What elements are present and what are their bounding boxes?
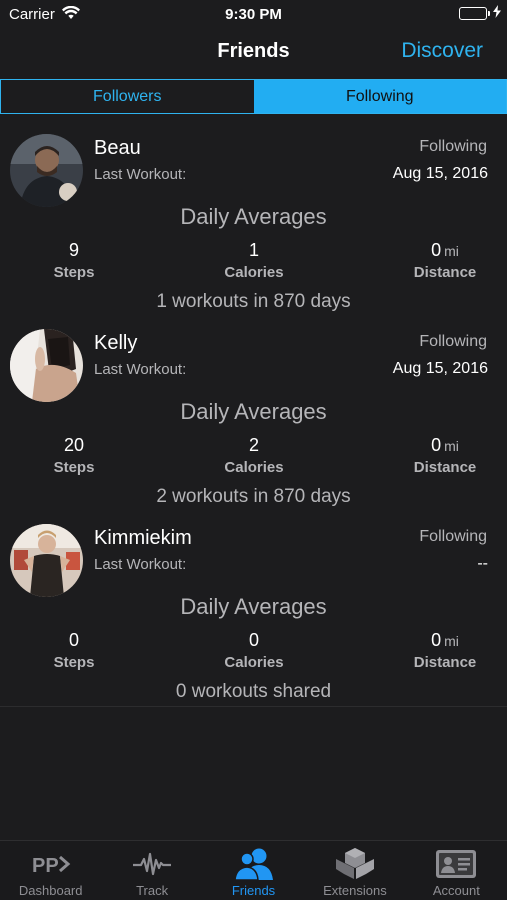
tab-bar: PP Dashboard Track Friends Extensions Ac… <box>0 840 507 900</box>
distance-unit: mi <box>444 243 459 259</box>
avatar <box>10 134 83 207</box>
distance-value: 0 <box>431 435 442 455</box>
follow-status: Following <box>419 333 487 350</box>
last-workout-label: Last Workout: <box>94 556 187 573</box>
steps-stat: 20 Steps <box>4 435 144 476</box>
tab-friends[interactable]: Friends <box>203 841 304 900</box>
last-workout-date: Aug 15, 2016 <box>392 165 488 182</box>
steps-label: Steps <box>53 459 95 476</box>
friend-name: Kimmiekim <box>94 527 192 549</box>
tab-label: Account <box>432 883 480 898</box>
friend-card[interactable]: Kimmiekim Last Workout: Following -- Dai… <box>0 514 507 709</box>
distance-label: Distance <box>413 654 477 671</box>
tab-track[interactable]: Track <box>101 841 202 900</box>
distance-stat: 0 mi Distance <box>375 435 507 476</box>
daily-averages-title: Daily Averages <box>180 594 327 619</box>
tab-extensions[interactable]: Extensions <box>304 841 405 900</box>
battery-icon <box>459 7 490 20</box>
navigation-bar: Friends Discover <box>0 28 507 78</box>
avatar <box>10 524 83 597</box>
friend-card[interactable]: Beau Last Workout: Following Aug 15, 201… <box>0 124 507 319</box>
cubes-icon <box>304 847 405 881</box>
svg-text:PP: PP <box>32 855 59 877</box>
last-workout-label: Last Workout: <box>94 361 187 378</box>
tab-label: Dashboard <box>18 883 83 898</box>
last-workout-date: Aug 15, 2016 <box>392 360 488 377</box>
calories-stat: 1 Calories <box>184 240 324 281</box>
last-workout-date: -- <box>477 555 488 572</box>
segment-following[interactable]: Following <box>253 80 506 113</box>
steps-stat: 0 Steps <box>4 630 144 671</box>
friend-name: Beau <box>94 137 141 159</box>
calories-label: Calories <box>224 459 284 476</box>
id-card-icon <box>406 847 507 881</box>
tab-label: Extensions <box>323 883 387 898</box>
calories-stat: 0 Calories <box>184 630 324 671</box>
dashboard-icon: PP <box>0 847 101 881</box>
distance-unit: mi <box>444 633 459 649</box>
calories-value: 1 <box>248 240 259 260</box>
workouts-summary: 1 workouts in 870 days <box>156 291 351 312</box>
pulse-icon <box>101 847 202 881</box>
calories-stat: 2 Calories <box>184 435 324 476</box>
calories-label: Calories <box>224 264 284 281</box>
charging-bolt-icon <box>493 5 501 21</box>
list-end-divider <box>0 706 507 707</box>
calories-value: 0 <box>248 630 259 650</box>
workouts-summary: 2 workouts in 870 days <box>156 486 351 507</box>
calories-value: 2 <box>248 435 259 455</box>
steps-stat: 9 Steps <box>4 240 144 281</box>
distance-value: 0 <box>431 630 442 650</box>
distance-unit: mi <box>444 438 459 454</box>
steps-value: 20 <box>63 435 85 455</box>
distance-label: Distance <box>413 264 477 281</box>
steps-value: 9 <box>68 240 79 260</box>
segment-followers[interactable]: Followers <box>1 80 254 113</box>
steps-label: Steps <box>53 654 95 671</box>
steps-label: Steps <box>53 264 95 281</box>
follow-status: Following <box>419 138 487 155</box>
status-bar: Carrier 9:30 PM <box>0 0 507 28</box>
distance-label: Distance <box>413 459 477 476</box>
calories-label: Calories <box>224 654 284 671</box>
follow-status: Following <box>419 528 487 545</box>
discover-button[interactable]: Discover <box>401 39 483 63</box>
tab-dashboard[interactable]: PP Dashboard <box>0 841 101 900</box>
friend-name: Kelly <box>94 332 138 354</box>
status-time: 9:30 PM <box>225 6 282 23</box>
avatar <box>10 329 83 402</box>
daily-averages-title: Daily Averages <box>180 204 327 229</box>
workouts-summary: 0 workouts shared <box>175 681 332 702</box>
tab-label: Track <box>136 883 169 898</box>
tab-label: Friends <box>231 883 276 898</box>
steps-value: 0 <box>68 630 79 650</box>
distance-stat: 0 mi Distance <box>375 240 507 281</box>
daily-averages-title: Daily Averages <box>180 399 327 424</box>
last-workout-label: Last Workout: <box>94 166 187 183</box>
people-icon <box>203 847 304 881</box>
tab-account[interactable]: Account <box>406 841 507 900</box>
distance-value: 0 <box>431 240 442 260</box>
distance-stat: 0 mi Distance <box>375 630 507 671</box>
followers-following-segmented-control: Followers Following <box>0 79 507 114</box>
friend-card[interactable]: Kelly Last Workout: Following Aug 15, 20… <box>0 319 507 514</box>
